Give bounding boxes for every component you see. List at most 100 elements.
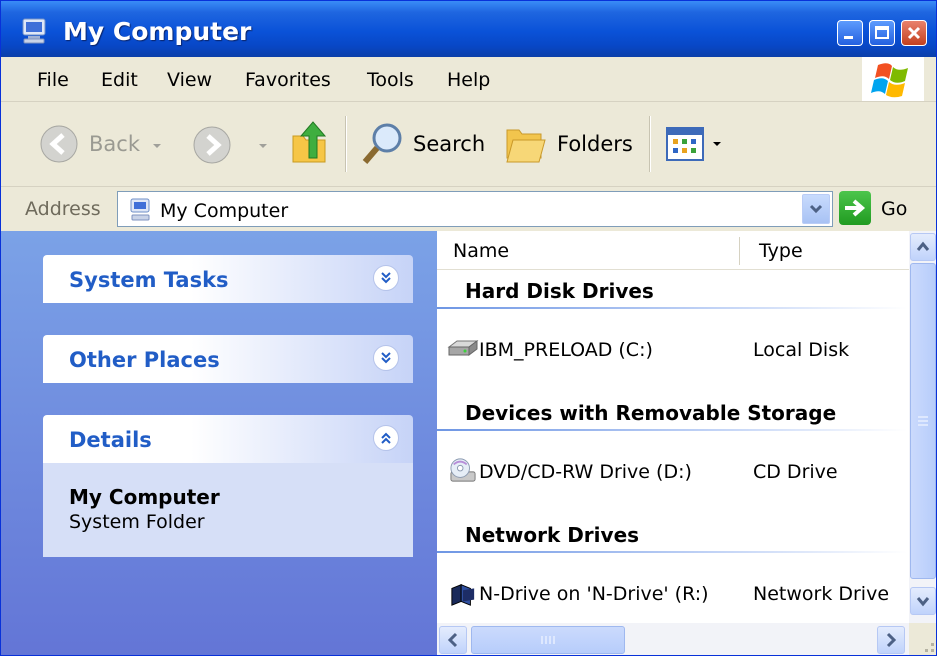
- grip-icon: [541, 636, 555, 644]
- chevron-down-icon: [916, 597, 930, 607]
- scroll-left-button[interactable]: [439, 626, 467, 654]
- column-divider[interactable]: [739, 237, 740, 265]
- system-tasks-panel: System Tasks: [43, 255, 413, 303]
- toolbar-separator: [649, 116, 651, 172]
- task-pane: System Tasks Other Places Details My Com…: [1, 231, 437, 655]
- address-dropdown-button[interactable]: [802, 194, 830, 224]
- list-item-type: CD Drive: [753, 461, 838, 483]
- group-divider: [437, 307, 907, 309]
- views-icon: [666, 127, 704, 161]
- scroll-right-button[interactable]: [877, 626, 905, 654]
- horizontal-scrollbar[interactable]: [437, 623, 909, 655]
- vertical-scrollbar[interactable]: [909, 231, 936, 623]
- column-header-type[interactable]: Type: [759, 240, 803, 262]
- back-button[interactable]: Back: [35, 102, 147, 186]
- chevron-down-icon: [809, 204, 823, 214]
- address-input[interactable]: My Computer: [117, 191, 833, 227]
- list-item-type: Local Disk: [753, 339, 850, 361]
- network-drive-icon: [451, 584, 475, 606]
- chevron-right-icon: [886, 632, 897, 648]
- details-title: Details: [69, 428, 152, 452]
- details-item-name: My Computer: [69, 485, 220, 509]
- expand-icon[interactable]: [373, 345, 399, 371]
- address-bar: Address My Computer Go: [1, 187, 936, 231]
- minimize-button[interactable]: [837, 20, 863, 46]
- list-item-name[interactable]: N-Drive on 'N-Drive' (R:): [479, 583, 709, 605]
- details-header[interactable]: Details: [43, 415, 413, 463]
- chevron-double-up-icon: [381, 432, 391, 444]
- collapse-icon[interactable]: [373, 425, 399, 451]
- chevron-double-down-icon: [381, 272, 391, 284]
- system-tasks-title: System Tasks: [69, 268, 229, 292]
- windows-logo: [862, 57, 924, 101]
- scroll-down-button[interactable]: [910, 587, 936, 615]
- forward-dropdown-icon[interactable]: [257, 142, 269, 150]
- menu-bar: File Edit View Favorites Tools Help: [1, 57, 936, 102]
- menu-tools[interactable]: Tools: [367, 69, 414, 91]
- resize-grip-icon: [925, 643, 934, 652]
- details-panel: Details My Computer System Folder: [43, 415, 413, 557]
- other-places-panel: Other Places: [43, 335, 413, 383]
- list-item-name[interactable]: IBM_PRELOAD (C:): [479, 339, 653, 361]
- toolbar: Back Search Folders: [1, 102, 936, 187]
- file-list: Name Type Hard Disk Drives IBM_PRELOAD (…: [437, 231, 936, 655]
- folders-icon: [506, 129, 546, 163]
- menu-favorites[interactable]: Favorites: [245, 69, 331, 91]
- my-computer-icon: [130, 198, 150, 221]
- close-icon: [907, 26, 921, 40]
- scroll-thumb[interactable]: [471, 626, 625, 654]
- windows-flag-icon: [871, 63, 908, 98]
- grip-icon: [918, 416, 928, 426]
- back-label: Back: [89, 132, 140, 156]
- toolbar-separator: [345, 116, 347, 172]
- scroll-thumb[interactable]: [910, 263, 936, 579]
- chevron-left-icon: [447, 632, 458, 648]
- group-header-removable: Devices with Removable Storage: [465, 401, 837, 425]
- folders-button[interactable]: Folders: [501, 102, 637, 186]
- group-header-hard-disk: Hard Disk Drives: [465, 279, 654, 303]
- address-value: My Computer: [160, 200, 289, 222]
- group-header-network: Network Drives: [465, 523, 640, 547]
- folders-label: Folders: [557, 132, 633, 156]
- other-places-header[interactable]: Other Places: [43, 335, 413, 383]
- menu-file[interactable]: File: [37, 69, 69, 91]
- my-computer-icon: [22, 18, 46, 44]
- search-button[interactable]: Search: [357, 102, 487, 186]
- expand-icon[interactable]: [373, 265, 399, 291]
- menu-edit[interactable]: Edit: [101, 69, 138, 91]
- go-label[interactable]: Go: [881, 198, 907, 220]
- list-item-type: Network Drive: [753, 583, 890, 605]
- up-folder-button[interactable]: [289, 120, 331, 166]
- maximize-icon: [875, 26, 889, 39]
- scroll-up-button[interactable]: [910, 233, 936, 261]
- views-button[interactable]: [663, 102, 733, 186]
- title-bar[interactable]: My Computer: [1, 1, 936, 57]
- forward-button[interactable]: [191, 124, 233, 166]
- chevron-double-down-icon: [381, 352, 391, 364]
- window: My Computer File Edit View Favorites Too…: [0, 0, 937, 656]
- back-dropdown-icon[interactable]: [151, 142, 163, 150]
- search-icon: [362, 123, 402, 164]
- column-header-name[interactable]: Name: [453, 240, 509, 262]
- minimize-icon: [844, 36, 853, 39]
- search-label: Search: [413, 132, 486, 156]
- hard-disk-icon: [447, 340, 479, 356]
- go-button[interactable]: [839, 191, 871, 225]
- system-tasks-header[interactable]: System Tasks: [43, 255, 413, 303]
- group-divider: [437, 429, 907, 431]
- menu-view[interactable]: View: [167, 69, 212, 91]
- details-item-type: System Folder: [69, 511, 205, 533]
- details-body: My Computer System Folder: [43, 463, 413, 557]
- maximize-button[interactable]: [869, 20, 895, 46]
- column-header-row: Name Type: [437, 231, 909, 270]
- cd-drive-icon: [450, 458, 476, 482]
- close-button[interactable]: [901, 20, 927, 46]
- address-label: Address: [25, 198, 101, 220]
- group-divider: [437, 551, 907, 553]
- window-title: My Computer: [63, 17, 252, 46]
- views-dropdown-icon: [713, 142, 721, 146]
- chevron-up-icon: [916, 241, 930, 251]
- size-grip[interactable]: [909, 623, 936, 655]
- menu-help[interactable]: Help: [447, 69, 490, 91]
- list-item-name[interactable]: DVD/CD-RW Drive (D:): [479, 461, 692, 483]
